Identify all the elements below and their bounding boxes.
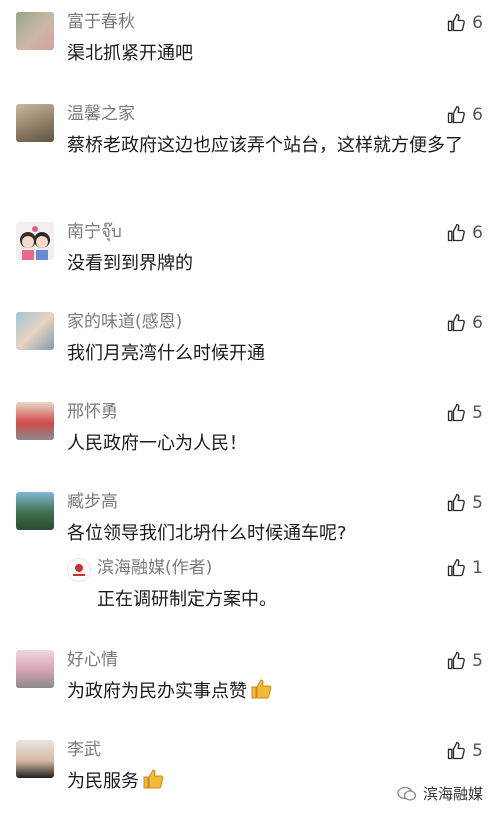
comment-text: 各位领导我们北坍什么时候通车呢? (67, 523, 347, 544)
thumbs-up-icon (448, 14, 466, 32)
user-avatar[interactable] (16, 650, 54, 688)
user-avatar[interactable] (16, 402, 54, 440)
like-button[interactable]: 5 (446, 492, 483, 514)
comment-username[interactable]: 邢怀勇 (67, 402, 118, 422)
thumbs-up-icon (448, 106, 466, 124)
like-button[interactable]: 5 (446, 402, 483, 424)
comment-text: 没看到到界牌的 (67, 253, 193, 274)
user-avatar[interactable] (16, 104, 54, 142)
like-button[interactable]: 6 (446, 12, 483, 34)
user-avatar[interactable] (16, 492, 54, 530)
like-count: 5 (472, 741, 483, 761)
like-count: 6 (472, 13, 483, 33)
comment-text-content: 为政府为民办实事点赞 (67, 681, 247, 702)
like-button[interactable]: 6 (446, 104, 483, 126)
comment-username[interactable]: 家的味道(感恩) (67, 312, 182, 332)
comment-username[interactable]: 南宁จุ๊บ (67, 222, 122, 242)
wechat-watermark: 滨海融媒 (397, 783, 483, 804)
comment-text: 渠北抓紧开通吧 (67, 43, 193, 64)
comment-username[interactable]: 好心情 (67, 650, 118, 670)
thumbs-up-icon (448, 652, 466, 670)
like-button[interactable]: 1 (446, 558, 483, 578)
user-avatar[interactable] (16, 740, 54, 778)
thumbs-up-emoji-icon (251, 679, 272, 699)
like-count: 1 (472, 558, 483, 578)
like-count: 5 (472, 651, 483, 671)
like-button[interactable]: 6 (446, 222, 483, 244)
author-username[interactable]: 滨海融媒(作者) (97, 558, 212, 578)
comment-text: 为政府为民办实事点赞 (67, 676, 487, 707)
thumbs-up-emoji-icon (143, 769, 164, 789)
user-avatar[interactable] (16, 12, 54, 50)
author-reply-text: 正在调研制定方案中。 (97, 589, 277, 610)
like-count: 5 (472, 403, 483, 423)
like-button[interactable]: 6 (446, 312, 483, 334)
thumbs-up-icon (448, 494, 466, 512)
thumbs-up-icon (448, 404, 466, 422)
author-avatar[interactable] (67, 558, 91, 582)
comment-text: 人民政府一心为人民！ (67, 433, 247, 454)
like-count: 6 (472, 313, 483, 333)
user-avatar[interactable] (16, 312, 54, 350)
thumbs-up-icon (448, 224, 466, 242)
comment-username[interactable]: 李武 (67, 740, 101, 760)
comment-text: 我们月亮湾什么时候开通 (67, 343, 265, 364)
like-count: 6 (472, 223, 483, 243)
author-logo-icon (73, 564, 85, 576)
comment-text: 蔡桥老政府这边也应该弄个站台，这样就方便多了 (67, 135, 463, 156)
comment-username[interactable]: 臧步高 (67, 492, 118, 512)
thumbs-up-icon (448, 314, 466, 332)
wechat-logo-icon (397, 786, 417, 801)
like-count: 5 (472, 493, 483, 513)
comment-text-content: 为民服务 (67, 771, 139, 792)
watermark-label: 滨海融媒 (422, 785, 483, 803)
comment-username[interactable]: 富于春秋 (67, 12, 135, 32)
like-button[interactable]: 5 (446, 740, 483, 762)
comment-username[interactable]: 温馨之家 (67, 104, 135, 124)
user-avatar[interactable] (16, 222, 54, 260)
like-count: 6 (472, 105, 483, 125)
thumbs-up-icon (448, 742, 466, 760)
like-button[interactable]: 5 (446, 650, 483, 672)
thumbs-up-icon (448, 559, 466, 577)
